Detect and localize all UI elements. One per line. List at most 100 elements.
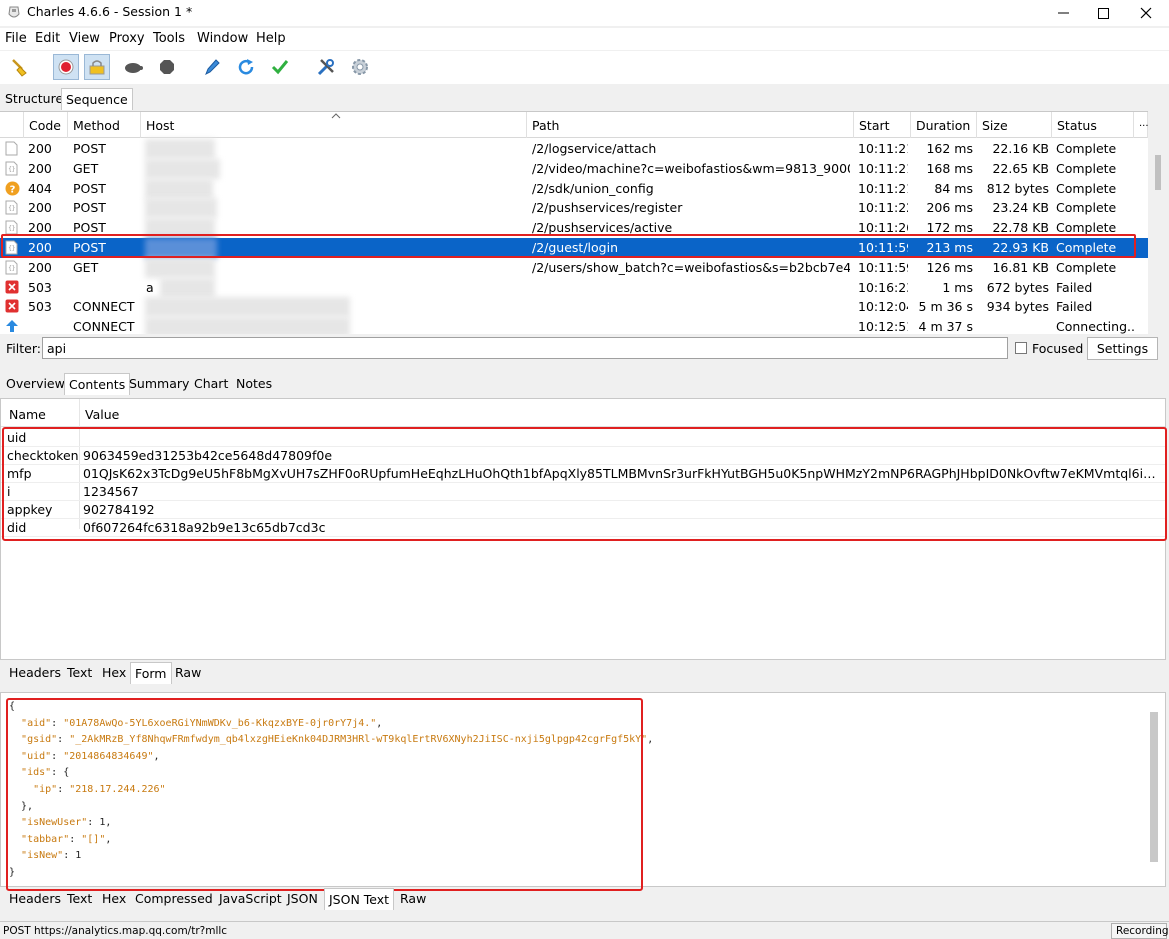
tab-resp-json-text[interactable]: JSON Text <box>324 888 395 910</box>
cell-start: 10:11:26 <box>858 220 908 236</box>
menu-tools[interactable]: Tools <box>153 31 185 46</box>
cell-start: 10:12:04 <box>858 299 908 315</box>
svg-text:{}: {} <box>8 166 15 173</box>
col-start[interactable]: Start <box>854 112 911 138</box>
repeat-button[interactable] <box>233 54 259 80</box>
form-col-name[interactable]: Name <box>9 407 46 422</box>
cell-size: 16.81 KB <box>992 259 1049 275</box>
tab-resp-text[interactable]: Text <box>63 888 96 910</box>
compose-button[interactable] <box>199 54 225 80</box>
tab-notes[interactable]: Notes <box>232 373 276 395</box>
maximize-button[interactable] <box>1080 0 1126 26</box>
record-button[interactable] <box>53 54 79 80</box>
file-icon <box>5 141 18 156</box>
warning-icon: ? <box>5 181 20 196</box>
json-scrollbar[interactable] <box>1150 712 1158 862</box>
host-redaction <box>145 158 220 179</box>
col-code[interactable]: Code <box>24 112 68 138</box>
tab-req-raw[interactable]: Raw <box>171 662 205 684</box>
turtle-button[interactable] <box>120 54 146 80</box>
menu-edit[interactable]: Edit <box>35 31 60 46</box>
col-duration[interactable]: Duration <box>911 112 977 138</box>
table-row[interactable]: 200 POST/2/logservice/attach 10:11:21 162 m… <box>0 139 1148 159</box>
col-more[interactable]: ... <box>1134 112 1148 138</box>
settings-button[interactable]: Settings <box>1087 337 1158 360</box>
recording-badge[interactable]: Recording <box>1111 923 1169 939</box>
tab-summary[interactable]: Summary <box>125 373 193 395</box>
table-row[interactable]: {} 200 POST/2/pushservices/register 10:11:2… <box>0 198 1148 219</box>
tab-req-hex[interactable]: Hex <box>98 662 130 684</box>
menu-window[interactable]: Window <box>197 31 248 46</box>
col-size[interactable]: Size <box>977 112 1052 138</box>
table-row[interactable]: {} 200 GET/2/video/machine?c=weibofastios&… <box>0 158 1148 179</box>
cell-start: 10:12:51 <box>858 319 908 334</box>
cell-start: 10:11:21 <box>858 160 908 176</box>
col-path[interactable]: Path <box>527 112 854 138</box>
form-highlight-box <box>2 427 1167 541</box>
maximize-icon <box>1097 7 1109 19</box>
menu-proxy[interactable]: Proxy <box>109 31 145 46</box>
cell-size: 22.65 KB <box>992 160 1049 176</box>
tab-resp-headers[interactable]: Headers <box>5 888 65 910</box>
json-file-icon: {} <box>5 161 18 176</box>
host-redaction <box>145 198 217 219</box>
menu-view[interactable]: View <box>69 31 100 46</box>
cell-path: /2/pushservices/register <box>532 200 683 216</box>
cell-status: Complete <box>1056 259 1117 275</box>
tab-resp-hex[interactable]: Hex <box>98 888 130 910</box>
col-status[interactable]: Status <box>1052 112 1134 138</box>
settings-toolbar-button[interactable] <box>347 54 373 80</box>
cell-duration: 4 m 37 s <box>918 319 973 334</box>
stop-button[interactable] <box>154 54 180 80</box>
cell-start: 10:11:21 <box>858 180 908 196</box>
request-tabs: Headers Text Hex Form Raw <box>0 662 1169 686</box>
menu-file[interactable]: File <box>5 31 27 46</box>
tab-overview[interactable]: Overview <box>2 373 69 395</box>
tab-chart[interactable]: Chart <box>190 373 232 395</box>
focused-checkbox[interactable] <box>1015 342 1027 354</box>
cell-status: Connecting... <box>1056 319 1136 334</box>
tab-resp-raw[interactable]: Raw <box>396 888 430 910</box>
cell-path: /2/users/show_batch?c=weibofastios&s=b2b… <box>532 259 850 275</box>
cell-method: POST <box>73 220 106 236</box>
cell-duration: 5 m 36 s <box>918 299 973 315</box>
throttle-button[interactable] <box>84 54 110 80</box>
tab-structure[interactable]: Structure <box>1 88 67 110</box>
table-row[interactable]: ? 404 POST/2/sdk/union_config 10:11:21 84 ms… <box>0 178 1148 199</box>
col-method[interactable]: Method <box>68 112 141 138</box>
sequence-scroll-thumb[interactable] <box>1155 155 1161 190</box>
cell-size: 672 bytes <box>986 279 1049 295</box>
title-bar: Charles 4.6.6 - Session 1 * <box>0 0 1169 26</box>
table-row[interactable]: CONNECT 10:12:51 4 m 37 s Connecting... <box>0 317 1148 334</box>
cell-path: /2/video/machine?c=weibofastios&wm=9813_… <box>532 160 850 176</box>
cell-method: GET <box>73 259 99 275</box>
table-row[interactable]: 503 CONNECT 10:12:04 5 m 36 s 934 bytes Faile… <box>0 297 1148 318</box>
selected-row-highlight <box>1 234 1136 258</box>
cell-method: POST <box>73 200 106 216</box>
tab-contents[interactable]: Contents <box>64 373 131 395</box>
cell-host: a <box>146 279 154 295</box>
tab-resp-compressed[interactable]: Compressed <box>131 888 217 910</box>
tab-req-headers[interactable]: Headers <box>5 662 65 684</box>
filter-input[interactable]: api <box>42 337 1008 359</box>
menu-help[interactable]: Help <box>256 31 286 46</box>
validate-button[interactable] <box>267 54 293 80</box>
table-row[interactable]: {} 200 GET/2/users/show_batch?c=weibofasti… <box>0 257 1148 278</box>
tab-resp-javascript[interactable]: JavaScript <box>215 888 286 910</box>
cell-size: 812 bytes <box>986 180 1049 196</box>
form-col-value[interactable]: Value <box>85 407 119 422</box>
tools-button[interactable] <box>313 54 339 80</box>
upload-icon <box>5 319 18 334</box>
table-row[interactable]: 503 a 10:16:23 1 ms 672 bytes Failed <box>0 277 1148 298</box>
tab-sequence[interactable]: Sequence <box>61 88 133 110</box>
cell-size: 22.16 KB <box>992 141 1049 156</box>
cell-path: /2/pushservices/active <box>532 220 673 236</box>
error-icon <box>5 299 19 314</box>
tab-resp-json[interactable]: JSON <box>283 888 322 910</box>
tab-req-form[interactable]: Form <box>130 662 172 684</box>
cell-start: 10:11:59 <box>858 259 908 275</box>
tab-req-text[interactable]: Text <box>63 662 96 684</box>
clear-session-button[interactable] <box>6 54 32 80</box>
host-redaction <box>145 139 215 159</box>
close-button[interactable] <box>1123 0 1169 26</box>
